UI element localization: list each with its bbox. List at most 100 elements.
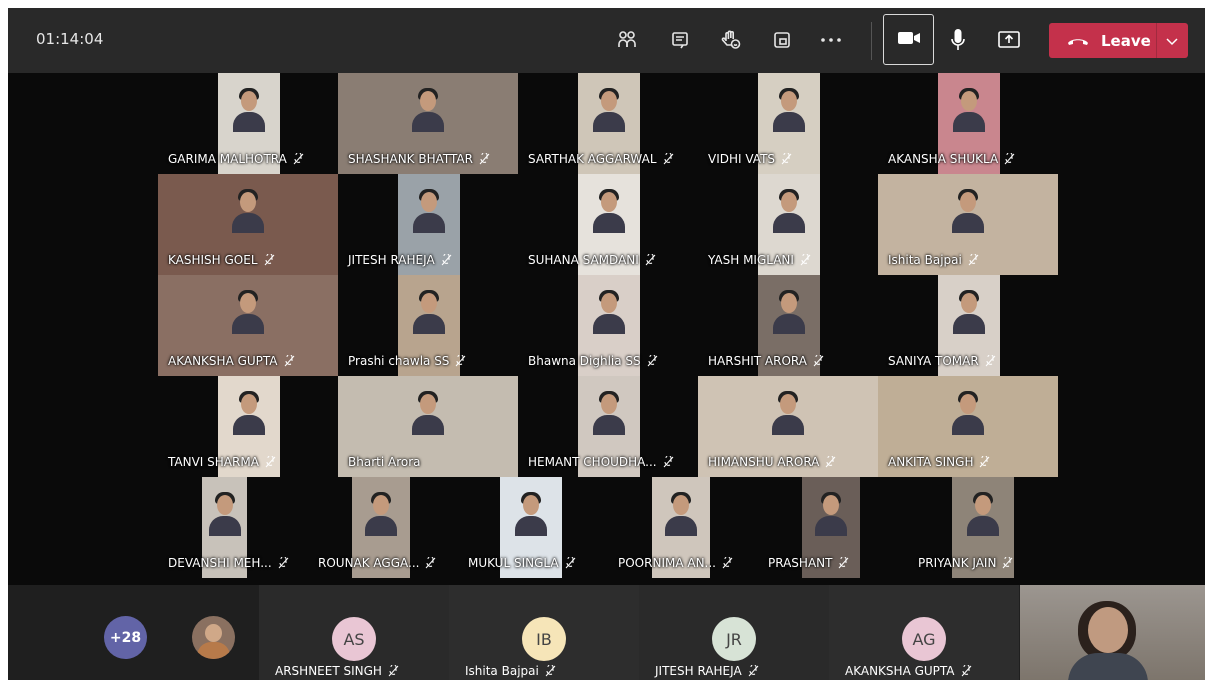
participant-tile[interactable]: SUHANA SAMDANI	[518, 174, 698, 275]
participant-tile[interactable]: VIDHI VATS	[698, 73, 878, 174]
participant-name: DEVANSHI MEH...	[168, 556, 272, 570]
participant-name-label: AKANKSHA GUPTA	[168, 354, 295, 368]
participant-name: PRIYANK JAIN	[918, 556, 997, 570]
microphone-icon[interactable]	[944, 26, 972, 54]
more-actions-icon[interactable]	[817, 26, 845, 54]
share-screen-icon[interactable]	[995, 26, 1023, 54]
mic-off-icon	[278, 557, 289, 569]
self-avatar[interactable]	[192, 616, 235, 659]
participant-name-label: Ishita Bajpai	[888, 253, 979, 267]
mic-off-icon	[265, 456, 276, 468]
mic-off-icon	[961, 665, 971, 677]
participant-tile[interactable]: Ishita Bajpai	[878, 174, 1058, 275]
participant-tile[interactable]: HARSHIT ARORA	[698, 275, 878, 376]
participant-name: HARSHIT ARORA	[708, 354, 807, 368]
participant-tile[interactable]: TANVI SHARMA	[158, 376, 338, 477]
camera-icon	[897, 30, 921, 50]
mic-off-icon	[663, 456, 673, 468]
mic-off-icon	[647, 355, 658, 367]
leave-button[interactable]: Leave	[1049, 23, 1188, 58]
chevron-down-icon[interactable]	[1165, 33, 1179, 52]
mic-off-icon	[722, 557, 733, 569]
participant-name: MUKUL SINGLA	[468, 556, 559, 570]
participants-icon[interactable]	[613, 26, 641, 54]
mic-off-icon	[839, 557, 849, 569]
participant-tile[interactable]: MUKUL SINGLA	[458, 477, 608, 578]
avatar: JR	[712, 617, 756, 661]
meeting-window: 01:14:04 Leave GARIMA MALHOTRA SHASHANK …	[8, 8, 1205, 680]
participant-name-label: HIMANSHU ARORA	[708, 455, 836, 469]
participant-name: AKANKSHA GUPTA	[168, 354, 278, 368]
raise-hand-icon[interactable]	[717, 26, 745, 54]
participant-name: AKANSHA SHUKLA	[888, 152, 999, 166]
mic-off-icon	[456, 355, 466, 367]
participant-name-label: HARSHIT ARORA	[708, 354, 824, 368]
participant-name: Bhawna Dighlia SS	[528, 354, 641, 368]
participant-tile[interactable]: KASHISH GOEL	[158, 174, 338, 275]
mic-off-icon	[826, 456, 836, 468]
participant-tile[interactable]: ROUNAK AGGA...	[308, 477, 458, 578]
participant-name-label: AKANSHA SHUKLA	[888, 152, 1015, 166]
participant-tile[interactable]: HIMANSHU ARORA	[698, 376, 878, 477]
participant-name-label: GARIMA MALHOTRA	[168, 152, 304, 166]
participant-name-label: JITESH RAHEJA	[348, 253, 452, 267]
mic-off-icon	[565, 557, 575, 569]
participant-tile[interactable]: SHASHANK BHATTAR	[338, 73, 518, 174]
strip-card[interactable]: JR JITESH RAHEJA	[639, 585, 829, 680]
participant-tile[interactable]: POORNIMA AN...	[608, 477, 758, 578]
participant-name: SARTHAK AGGARWAL	[528, 152, 657, 166]
participant-tile[interactable]: PRIYANK JAIN	[908, 477, 1058, 578]
participant-tile[interactable]: AKANSHA SHUKLA	[878, 73, 1058, 174]
rooms-icon[interactable]	[768, 26, 796, 54]
participant-tile[interactable]: YASH MIGLANI	[698, 174, 878, 275]
mic-off-icon	[284, 355, 294, 367]
mic-off-icon	[545, 665, 556, 677]
chat-icon[interactable]	[666, 26, 694, 54]
participant-name-label: Prashi chawla SS	[348, 354, 466, 368]
mic-off-icon	[264, 254, 274, 266]
participant-name: HEMANT CHOUDHA...	[528, 455, 657, 469]
participant-name: YASH MIGLANI	[708, 253, 794, 267]
mic-off-icon	[293, 153, 304, 165]
participant-strip: +28 AS ARSHNEET SINGH IB Ishita Bajpai J…	[8, 585, 1205, 680]
participant-name: ARSHNEET SINGH	[275, 664, 382, 678]
participant-name-label: HEMANT CHOUDHA...	[528, 455, 674, 469]
avatar: AG	[902, 617, 946, 661]
participant-tile[interactable]: SANIYA TOMAR	[878, 275, 1058, 376]
participant-tile[interactable]: HEMANT CHOUDHA...	[518, 376, 698, 477]
meeting-toolbar: 01:14:04 Leave	[8, 8, 1205, 73]
participant-tile[interactable]: Bhawna Dighlia SS	[518, 275, 698, 376]
strip-card[interactable]: AG AKANKSHA GUPTA	[829, 585, 1019, 680]
participant-tile[interactable]: Prashi chawla SS	[338, 275, 518, 376]
strip-card[interactable]: IB Ishita Bajpai	[449, 585, 639, 680]
mic-off-icon	[479, 153, 490, 165]
participant-name: ANKITA SINGH	[888, 455, 974, 469]
strip-card[interactable]: AS ARSHNEET SINGH	[259, 585, 449, 680]
participant-tile[interactable]: DEVANSHI MEH...	[158, 477, 308, 578]
participant-name: Bharti Arora	[348, 455, 421, 469]
participant-name-label: MUKUL SINGLA	[468, 556, 576, 570]
participant-tile[interactable]: ANKITA SINGH	[878, 376, 1058, 477]
participant-name: KASHISH GOEL	[168, 253, 258, 267]
participant-name-label: Bharti Arora	[348, 455, 421, 469]
leave-label: Leave	[1101, 31, 1151, 50]
participant-tile[interactable]: SARTHAK AGGARWAL	[518, 73, 698, 174]
mic-off-icon	[663, 153, 673, 165]
participant-tile[interactable]: Bharti Arora	[338, 376, 518, 477]
camera-toggle-button[interactable]	[883, 14, 934, 65]
participant-tile[interactable]: GARIMA MALHOTRA	[158, 73, 338, 174]
mic-off-icon	[1003, 557, 1013, 569]
more-participants-badge[interactable]: +28	[104, 616, 147, 659]
mic-off-icon	[980, 456, 990, 468]
participant-tile[interactable]: PRASHANT	[758, 477, 908, 578]
participant-tile[interactable]: JITESH RAHEJA	[338, 174, 518, 275]
participant-name: TANVI SHARMA	[168, 455, 259, 469]
mic-off-icon	[426, 557, 436, 569]
participant-grid: GARIMA MALHOTRA SHASHANK BHATTAR SARTHAK A…	[8, 73, 1205, 585]
participant-tile[interactable]: AKANKSHA GUPTA	[158, 275, 338, 376]
mic-off-icon	[781, 153, 792, 165]
active-speaker-video[interactable]	[1020, 585, 1205, 680]
mic-off-icon	[1004, 153, 1015, 165]
participant-name-label: PRASHANT	[768, 556, 849, 570]
participant-name-label: SUHANA SAMDANI	[528, 253, 656, 267]
